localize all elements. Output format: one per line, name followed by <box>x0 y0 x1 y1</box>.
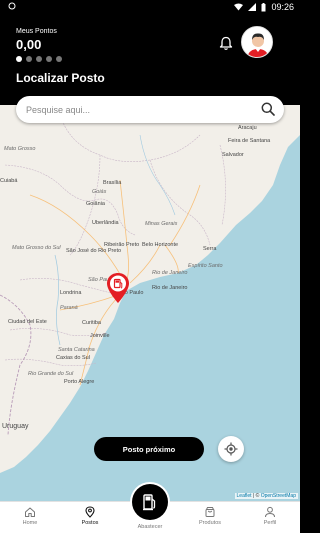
bell-icon <box>219 36 233 50</box>
abastecer-fab[interactable] <box>132 484 168 520</box>
search-bar <box>16 96 284 123</box>
status-time: 09:26 <box>271 2 294 12</box>
nearest-station-button[interactable]: Posto próximo <box>94 437 204 461</box>
map-label-caxias: Caxias do Sul <box>56 355 90 361</box>
shopping-bag-icon <box>205 507 215 517</box>
battery-icon <box>261 2 266 11</box>
notification-icon <box>8 2 16 10</box>
carousel-dot[interactable] <box>36 56 42 62</box>
map-label-serra: Serra <box>203 246 217 252</box>
carousel-dots <box>16 56 62 62</box>
map-label-curitiba: Curitiba <box>82 320 101 326</box>
carousel-dot[interactable] <box>56 56 62 62</box>
map-label-feira: Feira de Santana <box>228 138 271 144</box>
map-label-porto-alegre: Porto Alegre <box>64 379 95 385</box>
map-label-espirito: Espírito Santo <box>188 263 223 269</box>
avatar[interactable] <box>241 26 273 58</box>
map-label-cuiaba: Cuiabá <box>0 178 18 184</box>
nav-postos[interactable]: Postos <box>70 506 110 526</box>
map-label-santa-catarina: Santa Catarina <box>58 347 95 353</box>
location-pin-icon <box>85 506 95 518</box>
nav-abastecer-label: Abastecer <box>137 524 163 530</box>
nav-produtos[interactable]: Produtos <box>190 506 230 526</box>
signal-icon <box>248 3 257 11</box>
map-label-cidade-leste: Ciudad del Este <box>8 319 47 325</box>
nav-postos-label: Postos <box>81 520 99 526</box>
carousel-dot[interactable] <box>46 56 52 62</box>
nav-perfil-label: Perfil <box>263 520 277 526</box>
map-label-rio-state: Rio de Janeiro <box>152 270 188 276</box>
map-label-uruguay: Uruguay <box>2 423 29 430</box>
map-label-ribeirao: Ribeirão Preto <box>104 242 140 248</box>
nav-abastecer[interactable]: Abastecer <box>130 524 170 530</box>
leaflet-link[interactable]: Leaflet <box>237 493 252 499</box>
attribution-separator: | © <box>251 493 261 499</box>
map-label-goiania: Goiânia <box>86 201 105 207</box>
avatar-illustration <box>242 27 272 57</box>
search-input[interactable] <box>26 100 251 119</box>
locate-me-button[interactable] <box>218 436 244 462</box>
map-label-goias: Goiás <box>92 189 107 195</box>
map-label-rio-grande: Rio Grande do Sul <box>28 371 74 377</box>
map-label-minas: Minas Gerais <box>145 221 178 227</box>
points-label: Meus Pontos <box>16 28 57 35</box>
map-label-mato-grosso: Mato Grosso <box>4 146 36 152</box>
status-bar: 09:26 <box>0 0 300 16</box>
search-icon[interactable] <box>261 102 275 121</box>
locate-icon <box>224 442 238 456</box>
nav-home-label: Home <box>22 520 38 526</box>
notifications-button[interactable] <box>219 36 233 56</box>
map-label-sjrp: São José do Rio Preto <box>66 248 122 254</box>
map-label-londrina: Londrina <box>60 290 82 296</box>
fuel-pump-icon <box>143 494 156 511</box>
fuel-pin-icon <box>107 273 129 303</box>
osm-link[interactable]: OpenStreetMap <box>261 493 296 499</box>
wifi-icon <box>234 3 244 11</box>
points-value: 0,00 <box>16 37 42 52</box>
page-title: Localizar Posto <box>16 71 105 85</box>
map-label-parana: Paraná <box>60 305 78 311</box>
map-label-joinville: Joinville <box>90 333 110 339</box>
map-label-bh: Belo Horizonte <box>142 242 179 248</box>
map-attribution: Leaflet | © OpenStreetMap <box>234 493 298 499</box>
map-label-brasilia: Brasília <box>103 180 122 186</box>
map-label-aracaju: Aracaju <box>238 125 257 131</box>
home-icon <box>25 507 35 517</box>
nav-perfil[interactable]: Perfil <box>250 506 290 526</box>
map-label-mato-grosso-sul: Mato Grosso do Sul <box>12 245 61 251</box>
fuel-station-marker[interactable] <box>106 272 130 309</box>
status-bar-right: 09:26 <box>234 2 294 12</box>
carousel-dot[interactable] <box>26 56 32 62</box>
user-icon <box>265 506 275 518</box>
status-bar-left <box>8 2 16 10</box>
map-label-rio: Rio de Janeiro <box>152 285 188 291</box>
map-label-salvador: Salvador <box>222 152 244 158</box>
nav-produtos-label: Produtos <box>198 520 221 526</box>
map-label-uberlandia: Uberlândia <box>92 220 119 226</box>
nav-home[interactable]: Home <box>10 506 50 526</box>
carousel-dot[interactable] <box>16 56 22 62</box>
